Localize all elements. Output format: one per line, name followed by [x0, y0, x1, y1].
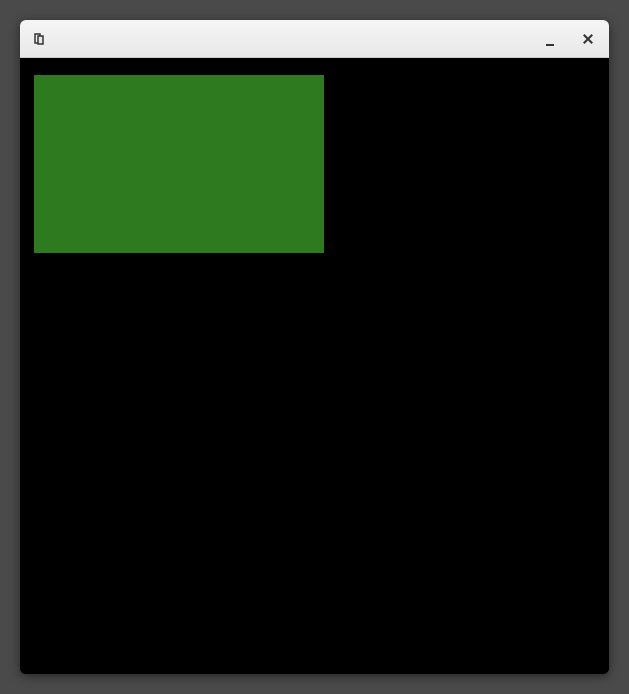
minimize-button[interactable]: [543, 32, 557, 46]
close-button[interactable]: [581, 32, 595, 46]
application-window: [20, 20, 609, 674]
titlebar-left: [34, 33, 44, 45]
green-rectangle: [34, 75, 324, 253]
window-titlebar[interactable]: [20, 20, 609, 58]
titlebar-controls: [543, 32, 595, 46]
canvas-area[interactable]: [20, 58, 609, 674]
app-icon: [34, 33, 44, 45]
